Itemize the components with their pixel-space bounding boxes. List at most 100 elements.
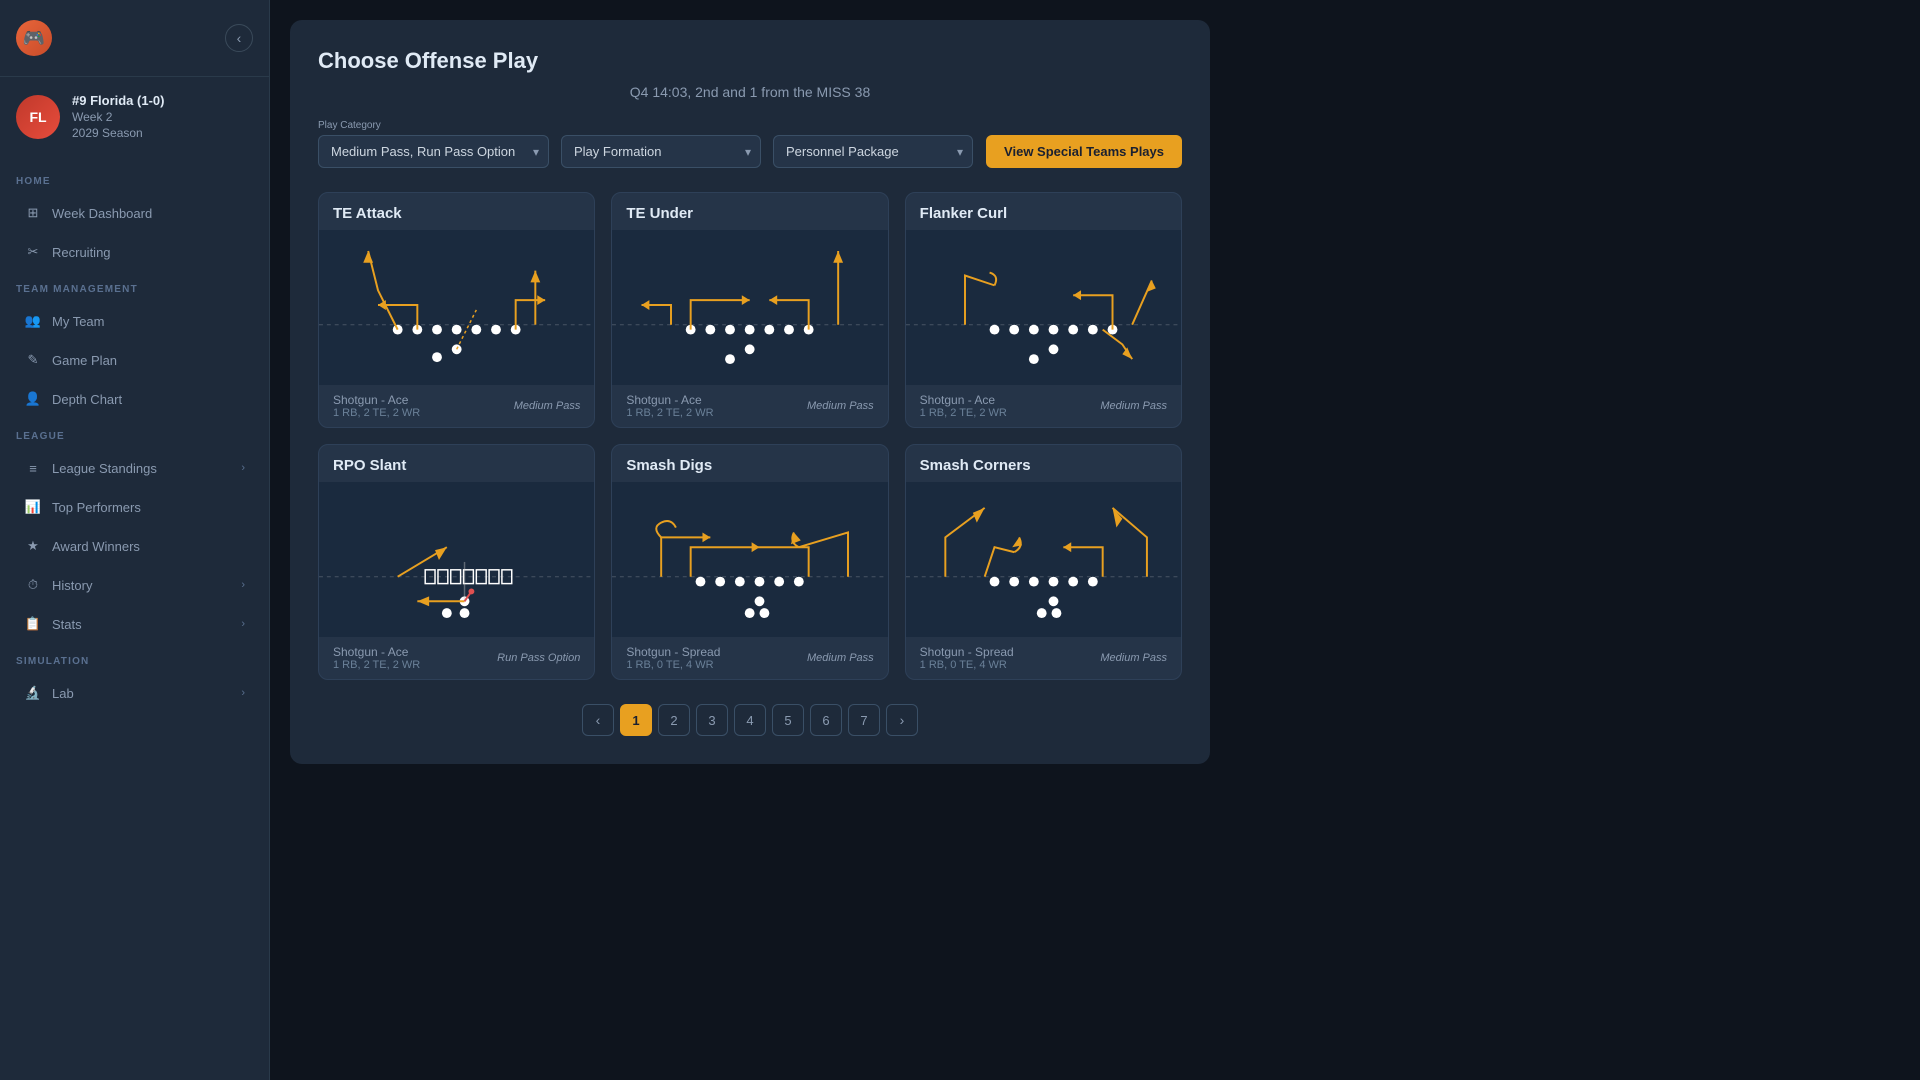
team-season: 2029 Season — [72, 126, 164, 140]
lab-label: Lab — [52, 686, 74, 701]
play-title-flanker-curl: Flanker Curl — [906, 193, 1181, 230]
game-plan-label: Game Plan — [52, 353, 117, 368]
award-winners-icon: ★ — [24, 537, 42, 555]
stats-chevron: › — [241, 618, 245, 630]
filters-row: Play Category Medium Pass, Run Pass Opti… — [318, 120, 1182, 168]
pagination-prev[interactable]: ‹ — [582, 704, 614, 736]
pagination-page-4[interactable]: 4 — [734, 704, 766, 736]
league-standings-label: League Standings — [52, 461, 157, 476]
stats-label: Stats — [52, 617, 82, 632]
play-footer-te-attack: Shotgun - Ace 1 RB, 2 TE, 2 WR Medium Pa… — [319, 385, 594, 427]
team-name: #9 Florida (1-0) — [72, 93, 164, 108]
play-type-te-attack: Medium Pass — [514, 400, 581, 412]
play-diagram-te-attack — [319, 230, 594, 385]
team-avatar: FL — [16, 95, 60, 139]
sidebar-item-league-standings[interactable]: ≡ League Standings › — [8, 449, 261, 487]
my-team-icon: 👥 — [24, 312, 42, 330]
play-formation-filter: Play Formation — [561, 120, 761, 168]
team-week: Week 2 — [72, 110, 164, 124]
play-type-smash-corners: Medium Pass — [1100, 652, 1167, 664]
recruiting-label: Recruiting — [52, 245, 111, 260]
personnel-package-filter: Personnel Package — [773, 120, 973, 168]
league-standings-icon: ≡ — [24, 459, 42, 477]
recruiting-icon: ✂ — [24, 243, 42, 261]
play-card-rpo-slant[interactable]: RPO Slant — [318, 444, 595, 680]
play-title-te-under: TE Under — [612, 193, 887, 230]
play-footer-rpo-slant: Shotgun - Ace 1 RB, 2 TE, 2 WR Run Pass … — [319, 637, 594, 679]
pagination-page-5[interactable]: 5 — [772, 704, 804, 736]
play-card-smash-corners[interactable]: Smash Corners — [905, 444, 1182, 680]
play-diagram-smash-digs — [612, 482, 887, 637]
sidebar-item-award-winners[interactable]: ★ Award Winners — [8, 527, 261, 565]
play-type-flanker-curl: Medium Pass — [1100, 400, 1167, 412]
play-footer-flanker-curl: Shotgun - Ace 1 RB, 2 TE, 2 WR Medium Pa… — [906, 385, 1181, 427]
play-formation-select[interactable]: Play Formation — [561, 135, 761, 168]
section-simulation-label: SIMULATION — [0, 644, 269, 673]
sidebar-item-top-performers[interactable]: 📊 Top Performers — [8, 488, 261, 526]
play-title-smash-digs: Smash Digs — [612, 445, 887, 482]
section-team-label: TEAM MANAGEMENT — [0, 272, 269, 301]
sidebar-item-my-team[interactable]: 👥 My Team — [8, 302, 261, 340]
week-dashboard-label: Week Dashboard — [52, 206, 152, 221]
personnel-package-wrapper[interactable]: Personnel Package — [773, 135, 973, 168]
play-formation-smash-corners: Shotgun - Spread 1 RB, 0 TE, 4 WR — [920, 645, 1014, 671]
plays-grid: TE Attack — [318, 192, 1182, 680]
section-home-label: HOME — [0, 164, 269, 193]
personnel-package-select[interactable]: Personnel Package — [773, 135, 973, 168]
pagination-page-3[interactable]: 3 — [696, 704, 728, 736]
play-diagram-flanker-curl — [906, 230, 1181, 385]
play-category-filter: Play Category Medium Pass, Run Pass Opti… — [318, 120, 549, 168]
play-footer-smash-corners: Shotgun - Spread 1 RB, 0 TE, 4 WR Medium… — [906, 637, 1181, 679]
pagination-page-2[interactable]: 2 — [658, 704, 690, 736]
pagination-page-1[interactable]: 1 — [620, 704, 652, 736]
award-winners-label: Award Winners — [52, 539, 140, 554]
special-teams-button[interactable]: View Special Teams Plays — [986, 135, 1182, 168]
pagination-next[interactable]: › — [886, 704, 918, 736]
play-formation-wrapper[interactable]: Play Formation — [561, 135, 761, 168]
modal-title: Choose Offense Play — [318, 48, 1182, 74]
top-performers-label: Top Performers — [52, 500, 141, 515]
sidebar-item-game-plan[interactable]: ✎ Game Plan — [8, 341, 261, 379]
play-type-rpo-slant: Run Pass Option — [497, 652, 580, 664]
modal-overlay: Choose Offense Play Q4 14:03, 2nd and 1 … — [270, 0, 1920, 1080]
play-title-rpo-slant: RPO Slant — [319, 445, 594, 482]
play-category-select[interactable]: Medium Pass, Run Pass Option — [318, 135, 549, 168]
pagination: ‹ 1 2 3 4 5 6 7 › — [318, 704, 1182, 736]
sidebar-item-stats[interactable]: 📋 Stats › — [8, 605, 261, 643]
sidebar-item-week-dashboard[interactable]: ⊞ Week Dashboard — [8, 194, 261, 232]
play-type-smash-digs: Medium Pass — [807, 652, 874, 664]
play-category-wrapper[interactable]: Medium Pass, Run Pass Option — [318, 135, 549, 168]
play-card-te-attack[interactable]: TE Attack — [318, 192, 595, 428]
play-diagram-smash-corners — [906, 482, 1181, 637]
play-title-te-attack: TE Attack — [319, 193, 594, 230]
pagination-page-7[interactable]: 7 — [848, 704, 880, 736]
back-button[interactable]: ‹ — [225, 24, 253, 52]
play-card-smash-digs[interactable]: Smash Digs — [611, 444, 888, 680]
pagination-page-6[interactable]: 6 — [810, 704, 842, 736]
depth-chart-label: Depth Chart — [52, 392, 122, 407]
play-formation-rpo-slant: Shotgun - Ace 1 RB, 2 TE, 2 WR — [333, 645, 420, 671]
history-icon: ⏱ — [24, 576, 42, 594]
play-footer-te-under: Shotgun - Ace 1 RB, 2 TE, 2 WR Medium Pa… — [612, 385, 887, 427]
modal-subtitle: Q4 14:03, 2nd and 1 from the MISS 38 — [318, 84, 1182, 100]
play-formation-te-under: Shotgun - Ace 1 RB, 2 TE, 2 WR — [626, 393, 713, 419]
sidebar-item-history[interactable]: ⏱ History › — [8, 566, 261, 604]
top-performers-icon: 📊 — [24, 498, 42, 516]
choose-offense-play-modal: Choose Offense Play Q4 14:03, 2nd and 1 … — [290, 20, 1210, 764]
play-formation-smash-digs: Shotgun - Spread 1 RB, 0 TE, 4 WR — [626, 645, 720, 671]
play-formation-te-attack: Shotgun - Ace 1 RB, 2 TE, 2 WR — [333, 393, 420, 419]
history-label: History — [52, 578, 92, 593]
team-info: FL #9 Florida (1-0) Week 2 2029 Season — [0, 77, 269, 156]
play-card-flanker-curl[interactable]: Flanker Curl — [905, 192, 1182, 428]
play-diagram-te-under — [612, 230, 887, 385]
play-category-label: Play Category — [318, 120, 549, 131]
play-formation-label — [561, 120, 761, 131]
play-footer-smash-digs: Shotgun - Spread 1 RB, 0 TE, 4 WR Medium… — [612, 637, 887, 679]
depth-chart-icon: 👤 — [24, 390, 42, 408]
team-details: #9 Florida (1-0) Week 2 2029 Season — [72, 93, 164, 140]
sidebar-item-lab[interactable]: 🔬 Lab › — [8, 674, 261, 712]
sidebar-header: 🎮 ‹ — [0, 0, 269, 77]
sidebar-item-recruiting[interactable]: ✂ Recruiting — [8, 233, 261, 271]
play-card-te-under[interactable]: TE Under — [611, 192, 888, 428]
sidebar-item-depth-chart[interactable]: 👤 Depth Chart — [8, 380, 261, 418]
